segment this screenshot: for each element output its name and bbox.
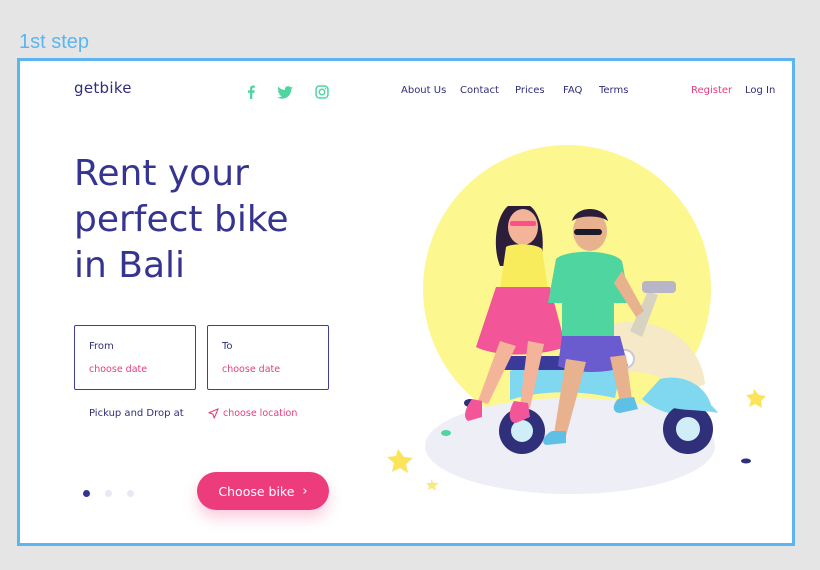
nav-terms[interactable]: Terms [599,85,628,96]
hero-line-3: in Bali [74,245,186,286]
instagram-link[interactable] [312,82,332,102]
chevron-right-icon: › [302,483,308,499]
nav-contact[interactable]: Contact [460,85,499,96]
hero-illustration [387,145,766,494]
twitter-link[interactable] [275,82,295,102]
hero-line-2: perfect bike [74,199,289,240]
pebble-2 [441,430,451,436]
starfish-small [426,479,439,491]
twitter-icon [277,85,293,99]
nav-faq[interactable]: FAQ [563,85,582,96]
brand-logo[interactable]: getbike [74,79,132,97]
facebook-icon [248,85,255,99]
location-arrow-icon [208,408,219,419]
from-label: From [89,341,114,352]
hero-line-1: Rent your [74,153,249,194]
choose-location-link[interactable]: choose location [208,408,297,419]
from-date-field[interactable]: From choose date [74,325,196,390]
from-date-placeholder: choose date [89,364,148,375]
to-date-field[interactable]: To choose date [207,325,329,390]
slider-dot-3[interactable] [127,490,134,497]
to-date-placeholder: choose date [222,364,281,375]
instagram-icon [315,85,329,99]
login-link[interactable]: Log In [745,85,775,96]
slider-dot-1[interactable] [83,490,90,497]
choose-bike-label: Choose bike [218,483,295,499]
slider-dots [83,490,134,497]
step-annotation: 1st step [19,31,90,53]
pebble-3 [741,458,751,464]
nav-prices[interactable]: Prices [515,85,545,96]
facebook-link[interactable] [241,82,261,102]
starfish-left [387,449,413,473]
to-label: To [222,341,233,352]
location-value: choose location [223,408,298,419]
hero-heading: Rent your perfect bike in Bali [74,151,374,289]
slider-dot-2[interactable] [105,490,112,497]
starfish-right [746,389,766,408]
register-link[interactable]: Register [691,85,732,96]
pickup-label: Pickup and Drop at [89,408,184,419]
landing-page-frame: getbike About Us Contact Prices FAQ Term… [17,58,795,546]
choose-bike-button[interactable]: Choose bike › [197,472,329,510]
nav-about[interactable]: About Us [401,85,446,96]
